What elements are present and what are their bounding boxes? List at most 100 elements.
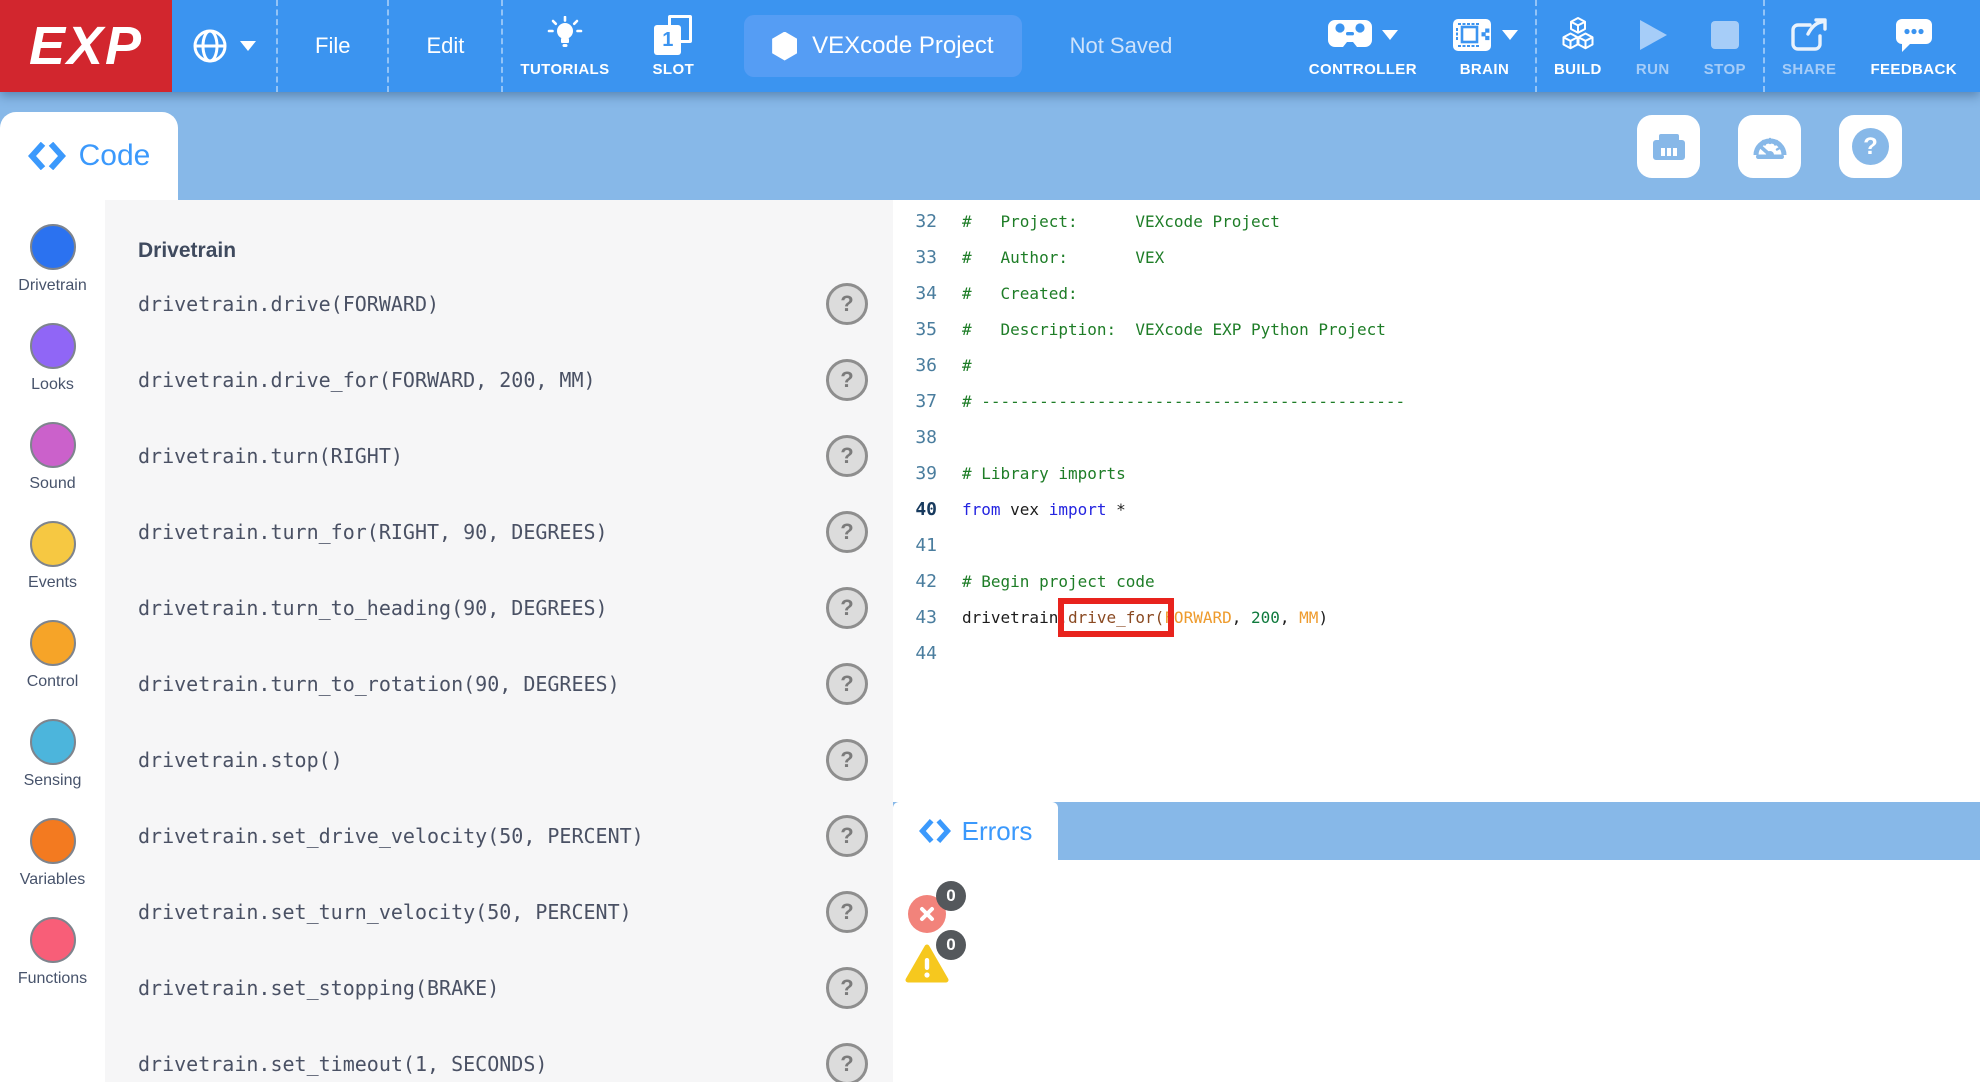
project-name-button[interactable]: VEXcode Project <box>744 15 1021 77</box>
share-icon <box>1789 14 1829 56</box>
command-list: drivetrain.drive(FORWARD)?drivetrain.dri… <box>105 266 893 1082</box>
tab-code[interactable]: Code <box>0 112 178 200</box>
stop-square-icon <box>1709 14 1741 56</box>
command-help-button[interactable]: ? <box>826 815 868 857</box>
stop-button[interactable]: STOP <box>1687 0 1763 92</box>
command-row[interactable]: drivetrain.set_timeout(1, SECONDS)? <box>105 1026 893 1082</box>
command-help-button[interactable]: ? <box>826 739 868 781</box>
dashboard-button[interactable] <box>1738 115 1801 178</box>
command-help-button[interactable]: ? <box>826 359 868 401</box>
category-circle-icon <box>30 521 76 567</box>
language-menu-button[interactable] <box>172 0 276 92</box>
editor-area: 32 # Project: VEXcode Project 33# Author: … <box>893 200 1980 1082</box>
command-help-button[interactable]: ? <box>826 435 868 477</box>
edit-menu[interactable]: Edit <box>389 0 501 92</box>
code-line: 33# Author: VEX <box>893 239 1980 275</box>
sidebar-item-functions[interactable]: Functions <box>0 917 105 1016</box>
command-help-button[interactable]: ? <box>826 511 868 553</box>
tab-errors[interactable]: Errors <box>893 802 1058 860</box>
command-row[interactable]: drivetrain.drive(FORWARD)? <box>105 266 893 342</box>
help-button[interactable]: ? <box>1839 115 1902 178</box>
category-sidebar: DrivetrainLooksSound Events Control Sensing… <box>0 200 105 1082</box>
line-code: # Project: VEXcode Project <box>962 212 1280 231</box>
code-tab-bar: Code <box>0 92 1980 200</box>
command-help-button[interactable]: ? <box>826 283 868 325</box>
gauge-icon <box>1750 127 1790 167</box>
command-row[interactable]: drivetrain.set_turn_velocity(50, PERCENT… <box>105 874 893 950</box>
code-token: # Created: <box>962 284 1078 303</box>
command-help-button[interactable]: ? <box>826 1043 868 1082</box>
controller-button[interactable]: CONTROLLER <box>1292 0 1434 92</box>
share-button[interactable]: SHARE <box>1765 0 1854 92</box>
file-menu[interactable]: File <box>278 0 387 92</box>
run-button[interactable]: RUN <box>1619 0 1687 92</box>
warning-count-badge: 0 <box>936 930 966 960</box>
sidebar-item-variables[interactable]: Variables <box>0 818 105 917</box>
sidebar-item-label: Functions <box>18 970 87 988</box>
category-circle-icon <box>30 719 76 765</box>
slot-label: SLOT <box>653 61 695 78</box>
device-info-button[interactable] <box>1637 115 1700 178</box>
category-circle-icon <box>30 323 76 369</box>
code-line: 43drivetrain.drive_for(FORWARD, 200, MM) <box>893 599 1980 635</box>
command-row[interactable]: drivetrain.set_drive_velocity(50, PERCEN… <box>105 798 893 874</box>
command-help-button[interactable]: ? <box>826 663 868 705</box>
code-editor[interactable]: 32 # Project: VEXcode Project 33# Author: … <box>893 200 1980 802</box>
errors-panel: 0 0 <box>893 860 1980 1082</box>
slot-button[interactable]: 1 SLOT <box>627 0 721 92</box>
command-help-button[interactable]: ? <box>826 891 868 933</box>
sidebar-item-control[interactable]: Control <box>0 620 105 719</box>
command-text: drivetrain.turn(RIGHT) <box>138 444 403 468</box>
line-number: 44 <box>893 643 937 664</box>
command-row[interactable]: drivetrain.turn_to_heading(90, DEGREES)? <box>105 570 893 646</box>
command-row[interactable]: drivetrain.set_stopping(BRAKE)? <box>105 950 893 1026</box>
line-number: 35 <box>893 319 937 340</box>
command-row[interactable]: drivetrain.turn_to_rotation(90, DEGREES)… <box>105 646 893 722</box>
sidebar-item-sound[interactable]: Sound <box>0 422 105 521</box>
exp-logo: EXP <box>0 0 172 92</box>
line-number: 34 <box>893 283 937 304</box>
sidebar-item-looks[interactable]: Looks <box>0 323 105 422</box>
command-help-button[interactable]: ? <box>826 967 868 1009</box>
feedback-button[interactable]: FEEDBACK <box>1853 0 1974 92</box>
code-line: 34 # Created: <box>893 275 1980 311</box>
build-button[interactable]: BUILD <box>1537 0 1619 92</box>
command-help-button[interactable]: ? <box>826 587 868 629</box>
code-token: ) <box>1318 608 1328 627</box>
brain-icon <box>1451 18 1493 52</box>
sidebar-item-label: Sensing <box>24 772 82 790</box>
line-number: 43 <box>893 607 937 628</box>
sidebar-item-events[interactable]: Events <box>0 521 105 620</box>
errors-tab-bar: Errors <box>893 802 1980 860</box>
command-row[interactable]: drivetrain.stop()? <box>105 722 893 798</box>
line-number: 32 <box>893 211 937 232</box>
sidebar-item-label: Events <box>28 574 77 592</box>
line-number: 39 <box>893 463 937 484</box>
line-number: 36 <box>893 355 937 376</box>
code-token: FORWARD <box>1164 608 1231 627</box>
tutorials-button[interactable]: TUTORIALS <box>503 0 626 92</box>
code-line: 39 # Library imports <box>893 455 1980 491</box>
code-brackets-icon <box>28 142 66 170</box>
brain-button[interactable]: BRAIN <box>1434 0 1535 92</box>
code-token: import <box>1049 500 1107 519</box>
code-token: drivetrain. <box>962 608 1068 627</box>
line-number: 33 <box>893 247 937 268</box>
build-cubes-icon <box>1559 14 1597 56</box>
command-row[interactable]: drivetrain.turn(RIGHT)? <box>105 418 893 494</box>
slot-icon: 1 <box>654 15 692 55</box>
code-token: # Project: VEXcode Project <box>962 212 1280 231</box>
command-text: drivetrain.stop() <box>138 748 343 772</box>
command-row[interactable]: drivetrain.turn_for(RIGHT, 90, DEGREES)? <box>105 494 893 570</box>
line-code: # Description: VEXcode EXP Python Projec… <box>962 320 1386 339</box>
controller-icon <box>1327 18 1373 52</box>
sidebar-item-label: Control <box>27 673 79 691</box>
code-token: MM <box>1299 608 1318 627</box>
sidebar-item-sensing[interactable]: Sensing <box>0 719 105 818</box>
command-row[interactable]: drivetrain.drive_for(FORWARD, 200, MM)? <box>105 342 893 418</box>
feedback-label: FEEDBACK <box>1870 61 1957 78</box>
line-code: # <box>962 356 972 375</box>
sidebar-item-drivetrain[interactable]: Drivetrain <box>0 224 105 323</box>
globe-icon <box>190 26 230 66</box>
line-code: # Library imports <box>962 464 1126 483</box>
